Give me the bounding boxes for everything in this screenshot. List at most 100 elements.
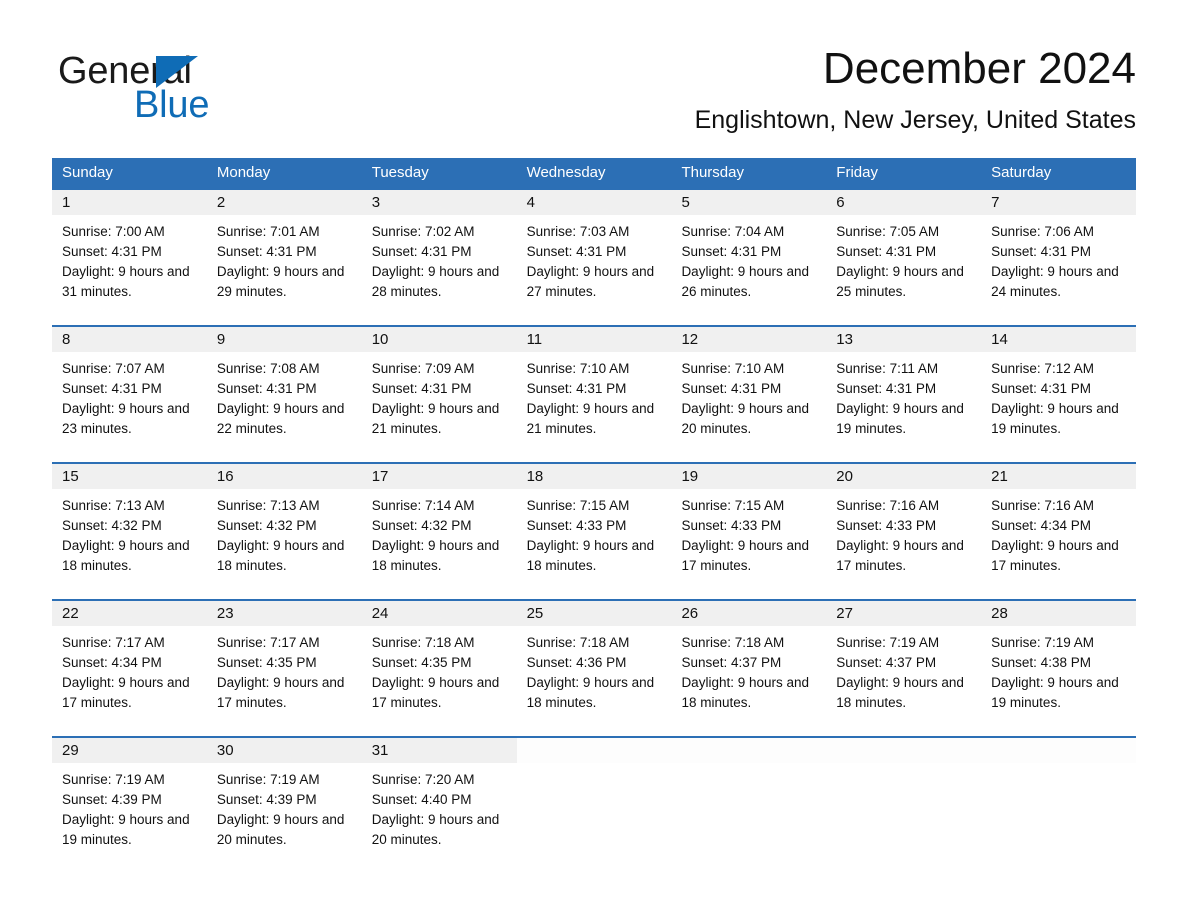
day-cell[interactable]: 24 Sunrise: 7:18 AM Sunset: 4:35 PM Dayl… — [361, 601, 517, 736]
day-number-bar: 17 — [361, 464, 517, 489]
day-cell[interactable]: 21 Sunrise: 7:16 AM Sunset: 4:34 PM Dayl… — [981, 464, 1137, 599]
day-details: Sunrise: 7:07 AM Sunset: 4:31 PM Dayligh… — [52, 352, 207, 439]
day-cell[interactable]: 3 Sunrise: 7:02 AM Sunset: 4:31 PM Dayli… — [361, 190, 517, 325]
sunset-text: Sunset: 4:32 PM — [371, 518, 472, 533]
day-details: Sunrise: 7:05 AM Sunset: 4:31 PM Dayligh… — [826, 215, 981, 302]
day-cell[interactable]: 18 Sunrise: 7:15 AM Sunset: 4:33 PM Dayl… — [516, 464, 672, 599]
day-cell-empty — [671, 738, 827, 858]
day-cell[interactable]: 14 Sunrise: 7:12 AM Sunset: 4:31 PM Dayl… — [981, 327, 1137, 462]
day-number-bar: 25 — [516, 601, 672, 626]
day-cell[interactable]: 25 Sunrise: 7:18 AM Sunset: 4:36 PM Dayl… — [516, 601, 672, 736]
day-number: 22 — [62, 605, 79, 622]
sunrise-text: Sunrise: 7:13 AM — [216, 498, 320, 513]
day-details: Sunrise: 7:16 AM Sunset: 4:33 PM Dayligh… — [826, 489, 981, 576]
sunset-text: Sunset: 4:31 PM — [526, 381, 627, 396]
daylight-text: Daylight: 9 hours and 17 minutes. — [62, 675, 190, 710]
day-cell[interactable]: 28 Sunrise: 7:19 AM Sunset: 4:38 PM Dayl… — [981, 601, 1137, 736]
day-cell[interactable]: 17 Sunrise: 7:14 AM Sunset: 4:32 PM Dayl… — [361, 464, 517, 599]
day-number-bar: 10 — [361, 327, 517, 352]
day-cell[interactable]: 19 Sunrise: 7:15 AM Sunset: 4:33 PM Dayl… — [671, 464, 827, 599]
daylight-text: Daylight: 9 hours and 18 minutes. — [681, 675, 810, 710]
day-number-bar: 22 — [52, 601, 207, 626]
weekday-header-saturday: Saturday — [991, 164, 1052, 181]
general-blue-logo[interactable]: General Blue — [58, 50, 308, 128]
day-number: 12 — [681, 331, 699, 348]
day-cell[interactable]: 11 Sunrise: 7:10 AM Sunset: 4:31 PM Dayl… — [516, 327, 672, 462]
day-cell[interactable]: 26 Sunrise: 7:18 AM Sunset: 4:37 PM Dayl… — [671, 601, 827, 736]
sunset-text: Sunset: 4:39 PM — [62, 792, 162, 807]
day-cell[interactable]: 7 Sunrise: 7:06 AM Sunset: 4:31 PM Dayli… — [981, 190, 1137, 325]
sunset-text: Sunset: 4:38 PM — [991, 655, 1091, 670]
weekday-header-monday: Monday — [216, 164, 271, 181]
day-number: 3 — [371, 194, 381, 211]
day-details: Sunrise: 7:03 AM Sunset: 4:31 PM Dayligh… — [517, 215, 672, 302]
day-number-bar: 15 — [52, 464, 207, 489]
sunrise-text: Sunrise: 7:15 AM — [681, 498, 785, 513]
day-number-bar: 8 — [52, 327, 207, 352]
day-cell[interactable]: 31 Sunrise: 7:20 AM Sunset: 4:40 PM Dayl… — [361, 738, 517, 858]
day-cell[interactable]: 12 Sunrise: 7:10 AM Sunset: 4:31 PM Dayl… — [671, 327, 827, 462]
day-cell[interactable]: 15 Sunrise: 7:13 AM Sunset: 4:32 PM Dayl… — [52, 464, 207, 599]
day-number: 30 — [216, 742, 234, 759]
daylight-text: Daylight: 9 hours and 19 minutes. — [836, 401, 964, 436]
day-cell[interactable]: 16 Sunrise: 7:13 AM Sunset: 4:32 PM Dayl… — [206, 464, 362, 599]
sunrise-text: Sunrise: 7:19 AM — [62, 772, 165, 787]
daylight-text: Daylight: 9 hours and 31 minutes. — [62, 264, 190, 299]
daylight-text: Daylight: 9 hours and 20 minutes. — [371, 812, 500, 847]
day-cell[interactable]: 8 Sunrise: 7:07 AM Sunset: 4:31 PM Dayli… — [52, 327, 207, 462]
day-number: 10 — [371, 331, 389, 348]
sunset-text: Sunset: 4:34 PM — [991, 518, 1091, 533]
page-header: General Blue December 2024 Englishtown, … — [52, 42, 1136, 147]
day-number: 8 — [62, 331, 71, 348]
day-number: 24 — [371, 605, 389, 622]
sunrise-text: Sunrise: 7:16 AM — [991, 498, 1094, 513]
day-cell[interactable]: 5 Sunrise: 7:04 AM Sunset: 4:31 PM Dayli… — [671, 190, 827, 325]
sunset-text: Sunset: 4:33 PM — [836, 518, 937, 533]
sunrise-text: Sunrise: 7:20 AM — [371, 772, 475, 787]
sunrise-text: Sunrise: 7:05 AM — [836, 224, 940, 239]
daylight-text: Daylight: 9 hours and 22 minutes. — [216, 401, 345, 436]
day-details: Sunrise: 7:17 AM Sunset: 4:34 PM Dayligh… — [52, 626, 207, 713]
day-cell[interactable]: 2 Sunrise: 7:01 AM Sunset: 4:31 PM Dayli… — [206, 190, 362, 325]
weekday-header-sunday: Sunday — [62, 164, 113, 181]
daylight-text: Daylight: 9 hours and 21 minutes. — [371, 401, 500, 436]
day-cell[interactable]: 30 Sunrise: 7:19 AM Sunset: 4:39 PM Dayl… — [206, 738, 362, 858]
logo-text-blue: Blue — [134, 84, 210, 126]
day-cell[interactable]: 27 Sunrise: 7:19 AM Sunset: 4:37 PM Dayl… — [826, 601, 982, 736]
day-cell[interactable]: 22 Sunrise: 7:17 AM Sunset: 4:34 PM Dayl… — [52, 601, 207, 736]
day-cell[interactable]: 20 Sunrise: 7:16 AM Sunset: 4:33 PM Dayl… — [826, 464, 982, 599]
day-number-bar: 12 — [671, 327, 827, 352]
day-number: 4 — [526, 194, 535, 211]
day-number: 19 — [681, 468, 699, 485]
sunrise-text: Sunrise: 7:18 AM — [681, 635, 785, 650]
day-cell[interactable]: 1 Sunrise: 7:00 AM Sunset: 4:31 PM Dayli… — [52, 190, 207, 325]
daylight-text: Daylight: 9 hours and 28 minutes. — [371, 264, 500, 299]
daylight-text: Daylight: 9 hours and 17 minutes. — [836, 538, 964, 573]
page-title: December 2024 — [822, 44, 1136, 93]
sunset-text: Sunset: 4:40 PM — [371, 792, 472, 807]
day-number: 26 — [681, 605, 699, 622]
month-calendar: Sunday Monday Tuesday Wednesday Thursday… — [52, 158, 1137, 858]
day-number-bar: 2 — [206, 190, 362, 215]
day-cell[interactable]: 4 Sunrise: 7:03 AM Sunset: 4:31 PM Dayli… — [516, 190, 672, 325]
day-cell[interactable]: 9 Sunrise: 7:08 AM Sunset: 4:31 PM Dayli… — [206, 327, 362, 462]
sunrise-text: Sunrise: 7:10 AM — [681, 361, 785, 376]
day-cell[interactable]: 10 Sunrise: 7:09 AM Sunset: 4:31 PM Dayl… — [361, 327, 517, 462]
day-number-bar — [671, 738, 827, 763]
day-number-bar: 14 — [981, 327, 1137, 352]
sunrise-text: Sunrise: 7:17 AM — [62, 635, 165, 650]
day-cell[interactable]: 23 Sunrise: 7:17 AM Sunset: 4:35 PM Dayl… — [206, 601, 362, 736]
sunrise-text: Sunrise: 7:19 AM — [216, 772, 320, 787]
day-number-bar: 30 — [206, 738, 362, 763]
day-cell[interactable]: 13 Sunrise: 7:11 AM Sunset: 4:31 PM Dayl… — [826, 327, 982, 462]
sunset-text: Sunset: 4:31 PM — [836, 381, 937, 396]
day-cell[interactable]: 6 Sunrise: 7:05 AM Sunset: 4:31 PM Dayli… — [826, 190, 982, 325]
day-number-bar: 20 — [826, 464, 982, 489]
sunset-text: Sunset: 4:35 PM — [371, 655, 472, 670]
day-number-bar: 9 — [206, 327, 362, 352]
sunset-text: Sunset: 4:37 PM — [836, 655, 937, 670]
sunset-text: Sunset: 4:31 PM — [681, 244, 782, 259]
day-cell[interactable]: 29 Sunrise: 7:19 AM Sunset: 4:39 PM Dayl… — [52, 738, 207, 858]
day-number: 29 — [62, 742, 79, 759]
sunset-text: Sunset: 4:33 PM — [681, 518, 782, 533]
